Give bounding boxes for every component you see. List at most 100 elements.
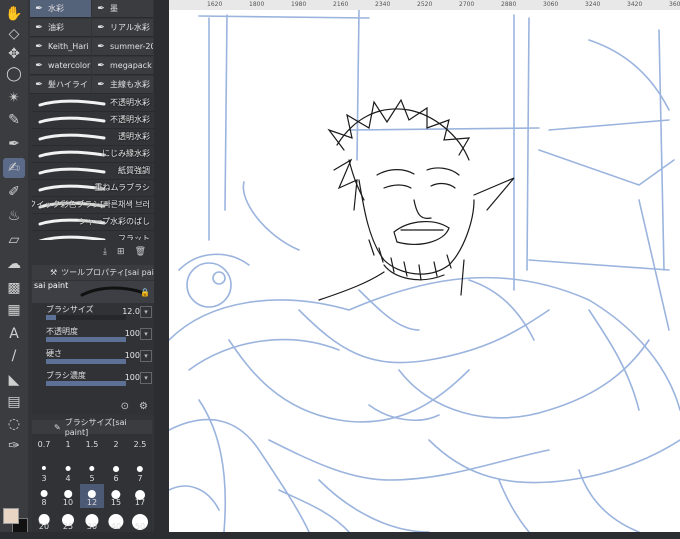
property-value[interactable]: 100 (125, 351, 140, 360)
add-subtool-icon[interactable]: ⊞ (117, 247, 125, 257)
subtool-tab[interactable]: ✒ watercolor (30, 57, 91, 75)
property-row[interactable]: 不透明度 100 ▾ (32, 325, 154, 347)
brush-size-preset[interactable]: 50 (128, 508, 152, 532)
magic-wand-icon[interactable]: ✴ (3, 88, 25, 108)
property-value[interactable]: 100 (125, 329, 140, 338)
lasso-icon[interactable]: ◯ (3, 64, 25, 84)
figure-icon[interactable]: ◣ (3, 370, 25, 390)
sketch-artwork (169, 10, 680, 532)
brush-label: にじみ縁水彩 (102, 149, 150, 158)
correction-icon[interactable]: ✑ (3, 436, 25, 456)
hand-icon[interactable]: ✋ (3, 4, 25, 24)
brush-size-preset[interactable]: 15 (104, 484, 128, 508)
text-icon[interactable]: A (3, 324, 25, 344)
line-icon[interactable]: / (3, 346, 25, 366)
sub-view-icon[interactable]: ◇ (3, 24, 25, 44)
property-slider[interactable] (46, 315, 126, 320)
brush-tip-icon: ✒ (97, 41, 105, 52)
brush-size-preset[interactable]: 25 (56, 508, 80, 532)
brush-item[interactable]: シャープ水彩のばし (32, 214, 154, 231)
brush-item[interactable]: 紙質強調 (32, 163, 154, 180)
tool-property-panel: ⚒ ツールプロパティ[sai pai sai paint 🔒 ブラシサイズ 12.… (32, 265, 154, 415)
tool-property-title: ツールプロパティ[sai pai (61, 268, 154, 277)
brush-icon[interactable]: ✍ (3, 158, 25, 178)
brush-size-preset[interactable]: 5 (80, 460, 104, 484)
brush-size-preset[interactable]: 40 (104, 508, 128, 532)
property-value[interactable]: 100 (125, 373, 140, 382)
brush-size-palette: ✎ ブラシサイズ[sai paint] 0.7 1 1.5 2 2.5 3 4 5 6 7 8 10 1… (32, 418, 152, 539)
brush-item[interactable]: 不透明水彩 (32, 112, 154, 129)
brush-size-preset[interactable]: 4 (56, 460, 80, 484)
dynamics-icon[interactable]: ▾ (140, 372, 152, 384)
foreground-color-swatch[interactable] (3, 508, 19, 524)
brush-size-preset[interactable]: 30 (80, 508, 104, 532)
subtool-tab[interactable]: ✒ 髪ハイライ (30, 76, 91, 94)
brush-item[interactable]: にじみ縁水彩 (32, 146, 154, 163)
settings-icon[interactable]: ⊙ (121, 401, 129, 412)
move-icon[interactable]: ✥ (3, 44, 25, 64)
delete-icon[interactable]: 🗑 (135, 247, 146, 257)
gradient-icon[interactable]: ▦ (3, 300, 25, 320)
brush-size-preset[interactable]: 1.5 (80, 436, 104, 460)
brush-size-preset[interactable]: 2 (104, 436, 128, 460)
subtool-tab-label: リアル水彩 (110, 23, 150, 32)
brush-item[interactable]: 不透明水彩 (32, 95, 154, 112)
eyedropper-icon[interactable]: ✎ (3, 110, 25, 130)
frame-icon[interactable]: ▤ (3, 392, 25, 412)
property-row[interactable]: 硬さ 100 ▾ (32, 347, 154, 369)
brush-item[interactable]: 透明水彩 (32, 129, 154, 146)
dynamics-icon[interactable]: ▾ (140, 328, 152, 340)
brush-label: フラット (118, 234, 150, 240)
dynamics-icon[interactable]: ▾ (140, 350, 152, 362)
marker-icon[interactable]: ✐ (3, 182, 25, 202)
blend-icon[interactable]: ☁ (3, 254, 25, 274)
pen-icon[interactable]: ✒ (3, 134, 25, 154)
subtool-tab[interactable]: ✒ 墨 (92, 0, 153, 18)
brush-size-preset[interactable]: 12 (80, 484, 104, 508)
property-row[interactable]: ブラシサイズ 12.0 ▾ (32, 303, 154, 325)
brush-size-preset[interactable]: 1 (56, 436, 80, 460)
property-value[interactable]: 12.0 (122, 307, 140, 316)
brush-item[interactable]: フラット (32, 231, 154, 240)
eraser-icon[interactable]: ▱ (3, 230, 25, 250)
balloon-icon[interactable]: ◌ (3, 414, 25, 434)
brush-size-preset[interactable]: 3 (32, 460, 56, 484)
size-dot-icon (136, 466, 144, 473)
brush-label: シャープ水彩のばし (78, 217, 150, 226)
drawing-canvas[interactable] (169, 10, 680, 532)
brush-tip-icon: ✒ (97, 79, 105, 90)
ruler-tick-label: 2880 (501, 1, 517, 8)
brush-item[interactable]: 重ねムラブラシ (32, 180, 154, 197)
dynamics-icon[interactable]: ▾ (140, 306, 152, 318)
airbrush-icon[interactable]: ♨ (3, 206, 25, 226)
subtool-tab[interactable]: ✒ 油彩 (30, 19, 91, 37)
subtool-tab-label: watercolor (48, 61, 91, 70)
subtool-tab[interactable]: ✒ 主線も水彩 (92, 76, 153, 94)
property-row[interactable]: ブラシ濃度 100 ▾ (32, 369, 154, 391)
subtool-tab[interactable]: ✒ Keith_Hari (30, 38, 91, 56)
brush-size-preset[interactable]: 10 (56, 484, 80, 508)
property-slider[interactable] (46, 337, 126, 342)
subtool-tab[interactable]: ✒ 水彩 (30, 0, 91, 18)
subtool-tab[interactable]: ✒ summer-20 (92, 38, 153, 56)
brush-size-preset[interactable]: 7 (128, 460, 152, 484)
lock-icon[interactable]: 🔒 (140, 288, 150, 297)
subtool-tab[interactable]: ✒ megapack (92, 57, 153, 75)
property-slider[interactable] (46, 381, 126, 386)
fill-icon[interactable]: ▩ (3, 278, 25, 298)
brush-size-preset[interactable]: 6 (104, 460, 128, 484)
property-label: ブラシ濃度 (46, 371, 86, 380)
brush-size-preset[interactable]: 20 (32, 508, 56, 532)
subtool-tab-label: 主線も水彩 (110, 80, 150, 89)
brush-size-preset[interactable]: 2.5 (128, 436, 152, 460)
brush-size-preset[interactable]: 17 (128, 484, 152, 508)
property-slider[interactable] (46, 359, 126, 364)
subtool-tab[interactable]: ✒ リアル水彩 (92, 19, 153, 37)
brush-item[interactable]: クイック彩色ブラシ[빠른채색 브러 (32, 197, 154, 214)
wrench-settings-icon[interactable]: ⚙ (139, 401, 148, 412)
download-icon[interactable]: ⤓ (103, 247, 107, 257)
brush-size-preset[interactable]: 0.7 (32, 436, 56, 460)
tool-property-footer: ⊙ ⚙ (32, 397, 154, 415)
brush-tip-icon: ✒ (97, 3, 105, 14)
brush-size-preset[interactable]: 8 (32, 484, 56, 508)
